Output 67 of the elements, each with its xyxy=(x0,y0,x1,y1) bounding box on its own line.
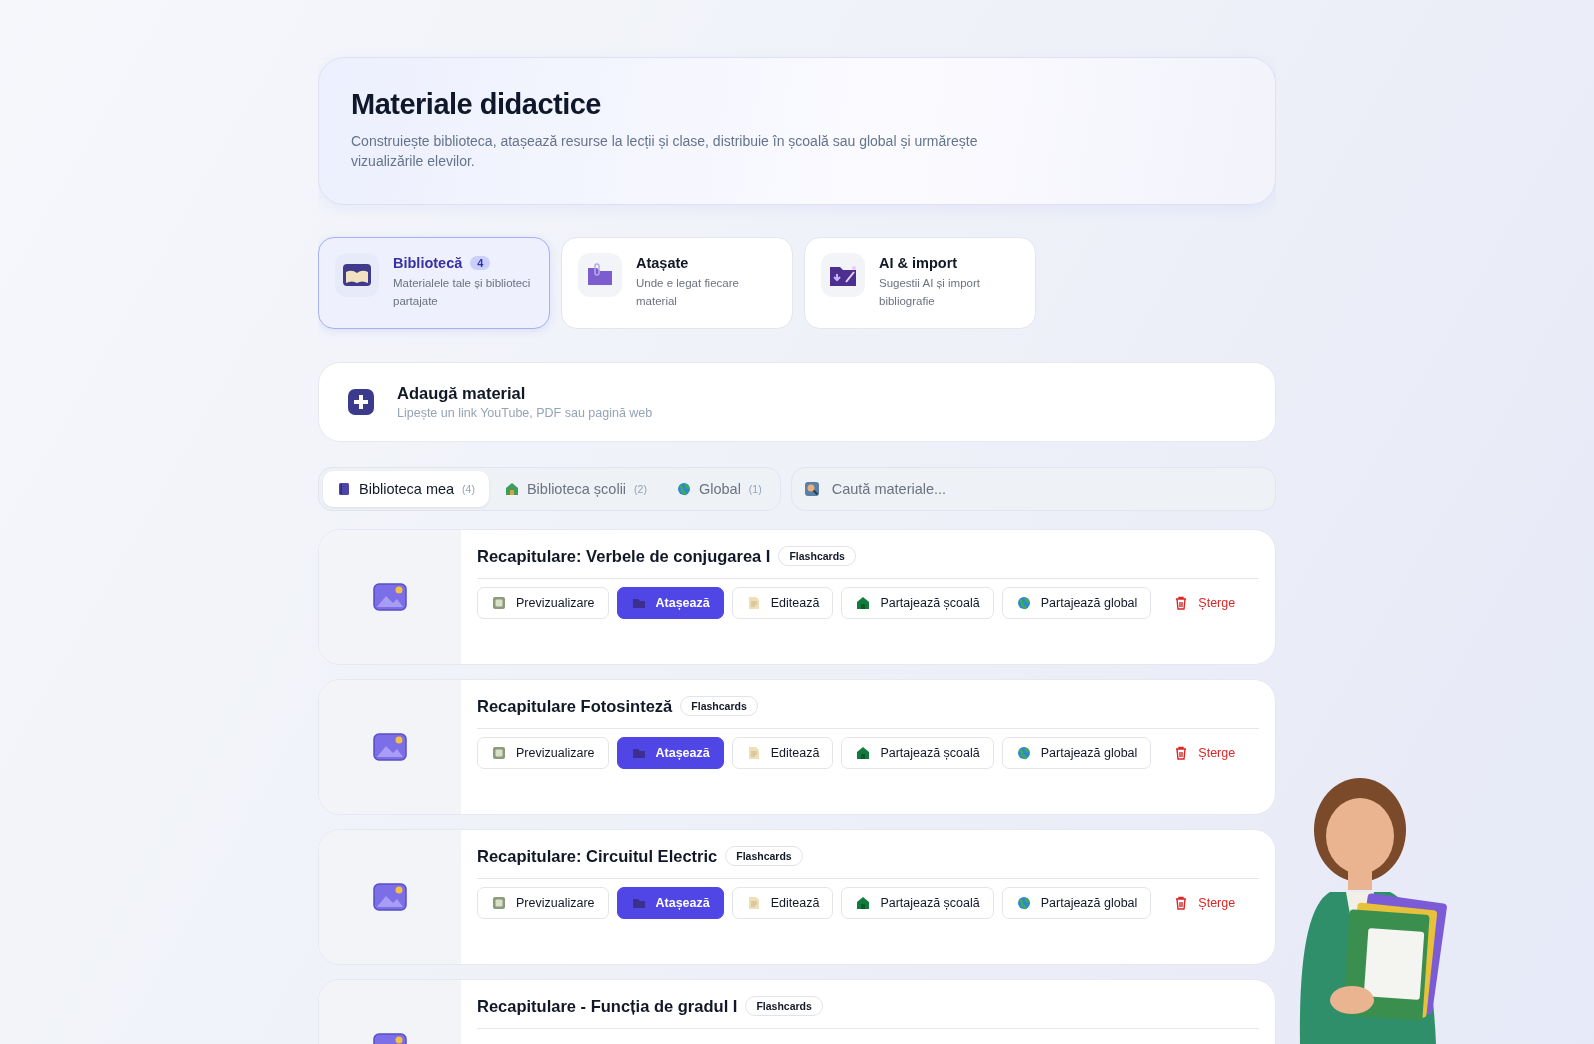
book-icon xyxy=(342,262,372,288)
library-tab[interactable]: Biblioteca mea (4) xyxy=(323,471,489,507)
attach-button[interactable]: Atașează xyxy=(616,737,724,769)
count-badge: 4 xyxy=(470,256,491,270)
building-icon xyxy=(856,596,871,610)
image-icon xyxy=(373,733,407,761)
globe-icon xyxy=(1016,896,1031,910)
globe-icon xyxy=(1016,596,1031,610)
search-field[interactable]: Caută materiale... xyxy=(790,467,1276,511)
folder-icon xyxy=(631,596,646,610)
preview-button[interactable]: Previzualizare xyxy=(477,587,609,619)
section-title: AI & import xyxy=(879,255,958,271)
book-icon xyxy=(337,482,351,496)
preview-button[interactable]: Previzualizare xyxy=(477,887,609,919)
page-title: Materiale didactice xyxy=(351,88,602,121)
share-school-button[interactable]: Partajează școală xyxy=(841,887,994,919)
share-global-button[interactable]: Partajează global xyxy=(1001,737,1152,769)
section-description: Unde e legat fiecare material xyxy=(636,276,740,309)
share-school-button[interactable]: Partajează școală xyxy=(841,587,994,619)
plus-icon[interactable] xyxy=(347,388,375,416)
document-icon xyxy=(746,596,761,610)
building-icon xyxy=(856,746,871,760)
globe-icon xyxy=(676,482,691,496)
monitor-icon xyxy=(492,896,506,910)
building-icon xyxy=(856,896,871,910)
page-subtitle: Construiește biblioteca, atașează resurse la lecții și clase, distribuie în școală sau global și urmărește vizualizările elevilor. xyxy=(351,132,979,171)
edit-button[interactable]: Editează xyxy=(731,587,834,619)
material-title: Recapitulare: Verbele de conjugarea I xyxy=(477,546,771,566)
share-school-button[interactable]: Partajează școală xyxy=(841,737,994,769)
delete-button[interactable]: Șterge xyxy=(1159,887,1250,919)
folder-icon xyxy=(631,746,646,760)
document-icon xyxy=(746,896,761,910)
section-title: Bibliotecă xyxy=(393,255,463,271)
document-icon xyxy=(746,746,761,760)
delete-button[interactable]: Șterge xyxy=(1159,737,1250,769)
delete-button[interactable]: Șterge xyxy=(1159,587,1250,619)
material-title: Recapitulare - Funcția de gradul I xyxy=(477,996,738,1016)
edit-button[interactable]: Editează xyxy=(731,737,834,769)
trash-icon xyxy=(1174,596,1189,610)
edit-button[interactable]: Editează xyxy=(731,887,834,919)
section-description: Materialele tale și biblioteci partajate xyxy=(393,276,532,309)
trash-icon xyxy=(1174,746,1189,760)
folder-icon xyxy=(631,896,646,910)
library-tab[interactable]: Global (1) xyxy=(662,471,776,507)
section-title: Atașate xyxy=(636,255,689,271)
share-global-button[interactable]: Partajează global xyxy=(1001,587,1152,619)
section-description: Sugestii AI și import bibliografie xyxy=(879,276,981,309)
add-material-hint: Lipește un link YouTube, PDF sau pagină web xyxy=(397,406,653,420)
building-icon xyxy=(504,482,519,496)
library-tab[interactable]: Biblioteca școlii (2) xyxy=(490,471,661,507)
monitor-icon xyxy=(492,746,506,760)
trash-icon xyxy=(1174,896,1189,910)
share-global-button[interactable]: Partajează global xyxy=(1001,887,1152,919)
image-icon xyxy=(373,883,407,911)
folder-icon xyxy=(586,263,614,287)
section-card[interactable]: AI & import Sugestii AI și import bibliografie xyxy=(804,237,1036,329)
preview-button[interactable]: Previzualizare xyxy=(477,737,609,769)
section-card[interactable]: Atașate Unde e legat fiecare material xyxy=(561,237,793,329)
monitor-icon xyxy=(492,596,506,610)
section-card[interactable]: Bibliotecă 4 Materialele tale și biblioteci partajate xyxy=(318,237,550,329)
attach-button[interactable]: Atașează xyxy=(616,887,724,919)
globe-icon xyxy=(1016,746,1031,760)
attach-button[interactable]: Atașează xyxy=(616,587,724,619)
add-material-title[interactable]: Adaugă material xyxy=(397,384,653,403)
material-title: Recapitulare: Circuitul Electric xyxy=(477,846,718,866)
material-title: Recapitulare Fotosinteză xyxy=(477,696,673,716)
image-icon xyxy=(373,583,407,611)
